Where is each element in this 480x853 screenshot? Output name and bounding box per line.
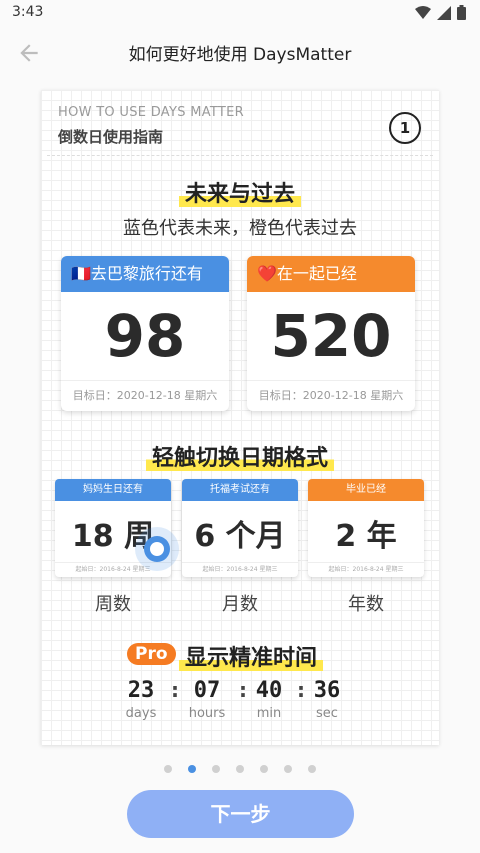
pager-dot[interactable] [308,765,316,773]
app-bar: 如何更好地使用 DaysMatter [0,26,480,80]
event-start-date: 起始日：2016-8-24 星期三 [182,562,298,577]
status-bar: 3:43 [0,0,480,26]
status-icons [415,5,466,20]
page-number-badge: 1 [389,112,421,144]
signal-icon [437,5,451,20]
timer-days-value: 23 [127,678,155,703]
section-description: 蓝色代表未来，橙色代表过去 [123,218,357,239]
unit-label-months: 月数 [222,594,258,615]
pager-dots [0,765,480,773]
section-heading-future-past: 未来与过去 [41,176,439,208]
pager-dot[interactable] [188,765,196,773]
pager-dot[interactable] [284,765,292,773]
timer-hours-value: 07 [193,678,221,703]
battery-icon [457,5,466,20]
event-target-date: 目标日：2020-12-18 星期六 [247,380,415,411]
divider [47,155,433,156]
tap-indicator-icon [135,527,179,571]
guide-card: HOW TO USE DAYS MATTER 倒数日使用指南 1 未来与过去 蓝… [41,90,439,745]
section-heading-precise-time: 显示精准时间 [179,640,324,672]
section-heading-format-toggle: 轻触切换日期格式 [41,440,439,472]
past-event-card: ❤️在一起已经 520 目标日：2020-12-18 星期六 [247,256,415,411]
event-card-months[interactable]: 托福考试还有 6 个月 起始日：2016-8-24 星期三 [182,479,298,577]
event-start-date: 起始日：2016-8-24 星期三 [308,562,424,577]
timer-min-label: min [256,706,282,721]
event-value: 2 年 [335,519,397,554]
event-label: 🇫🇷去巴黎旅行还有 [61,256,229,292]
event-label: 妈妈生日还有 [55,479,171,501]
unit-label-years: 年数 [348,594,384,615]
status-time: 3:43 [12,4,44,20]
timer-sec-value: 36 [313,678,341,703]
future-event-card: 🇫🇷去巴黎旅行还有 98 目标日：2020-12-18 星期六 [61,256,229,411]
pager-dot[interactable] [164,765,172,773]
event-label: 托福考试还有 [182,479,298,501]
event-target-date: 目标日：2020-12-18 星期六 [61,380,229,411]
event-label: ❤️在一起已经 [247,256,415,292]
page-title: 如何更好地使用 DaysMatter [128,45,352,65]
pro-badge: Pro [127,643,176,665]
pager-dot[interactable] [212,765,220,773]
event-value: 6 个月 [194,519,286,554]
guide-subtitle: 倒数日使用指南 [58,128,164,146]
event-card-years[interactable]: 毕业已经 2 年 起始日：2016-8-24 星期三 [308,479,424,577]
timer-hours-label: hours [188,706,226,721]
unit-label-weeks: 周数 [95,594,131,615]
pager-dot[interactable] [260,765,268,773]
event-days-count: 520 [270,302,392,370]
timer-min-value: 40 [255,678,283,703]
guide-eyebrow: HOW TO USE DAYS MATTER [58,105,245,120]
pager-dot[interactable] [236,765,244,773]
next-step-button[interactable]: 下一步 [127,790,354,838]
event-days-count: 98 [104,302,186,370]
event-label: 毕业已经 [308,479,424,501]
timer-days-label: days [125,706,157,721]
wifi-icon [415,5,431,19]
timer-sec-label: sec [316,706,338,721]
